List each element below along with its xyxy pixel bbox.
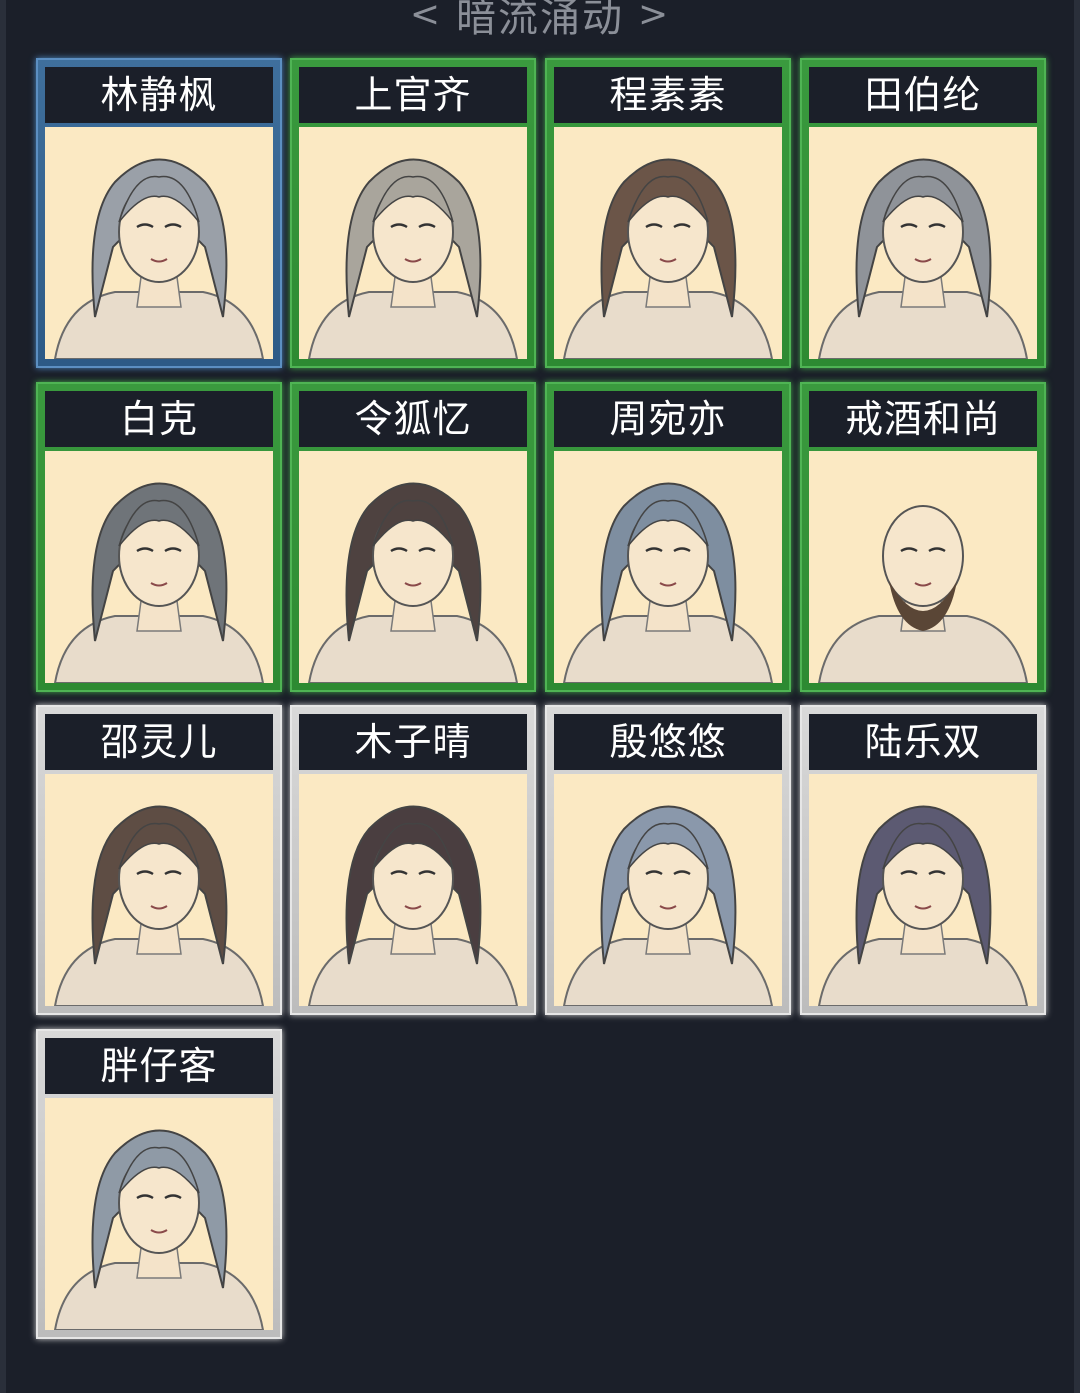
character-portrait — [554, 127, 782, 359]
prev-chapter-button[interactable]: < — [396, 0, 456, 35]
character-name: 殷悠悠 — [554, 714, 782, 770]
portrait-illustration — [817, 505, 1029, 683]
portrait-illustration — [53, 805, 265, 1006]
character-name: 田伯纶 — [809, 67, 1037, 123]
next-chapter-button[interactable]: > — [624, 0, 684, 35]
character-name: 周宛亦 — [554, 391, 782, 447]
character-portrait — [809, 451, 1037, 683]
character-portrait — [299, 451, 527, 683]
character-portrait — [45, 774, 273, 1006]
character-card[interactable]: 白克 — [38, 384, 280, 690]
character-card[interactable]: 程素素 — [547, 60, 789, 366]
character-name: 邵灵儿 — [45, 714, 273, 770]
chapter-header: < 暗流涌动 > — [0, 0, 1080, 42]
character-name: 陆乐双 — [809, 714, 1037, 770]
character-name: 白克 — [45, 391, 273, 447]
character-card[interactable]: 陆乐双 — [802, 707, 1044, 1013]
character-card[interactable]: 田伯纶 — [802, 60, 1044, 366]
character-portrait — [554, 451, 782, 683]
character-name: 程素素 — [554, 67, 782, 123]
character-card[interactable]: 殷悠悠 — [547, 707, 789, 1013]
portrait-illustration — [562, 805, 774, 1006]
character-portrait — [299, 127, 527, 359]
character-card[interactable]: 周宛亦 — [547, 384, 789, 690]
character-card[interactable]: 木子晴 — [292, 707, 534, 1013]
portrait-illustration — [53, 482, 265, 683]
character-name: 木子晴 — [299, 714, 527, 770]
chapter-title: 暗流涌动 — [456, 0, 624, 41]
portrait-illustration — [562, 482, 774, 683]
character-name: 林静枫 — [45, 67, 273, 123]
character-card[interactable]: 上官齐 — [292, 60, 534, 366]
character-portrait — [554, 774, 782, 1006]
character-name: 戒酒和尚 — [809, 391, 1037, 447]
portrait-illustration — [307, 482, 519, 683]
portrait-illustration — [53, 1129, 265, 1330]
portrait-illustration — [307, 158, 519, 359]
character-portrait — [45, 451, 273, 683]
page-edge-left — [0, 0, 6, 1393]
character-card[interactable]: 林静枫 — [38, 60, 280, 366]
portrait-illustration — [562, 158, 774, 359]
portrait-illustration — [817, 805, 1029, 1006]
character-name: 令狐忆 — [299, 391, 527, 447]
character-card[interactable]: 令狐忆 — [292, 384, 534, 690]
character-card[interactable]: 邵灵儿 — [38, 707, 280, 1013]
character-portrait — [45, 1098, 273, 1330]
portrait-illustration — [53, 158, 265, 359]
character-portrait — [809, 774, 1037, 1006]
character-portrait — [299, 774, 527, 1006]
character-name: 上官齐 — [299, 67, 527, 123]
character-portrait — [45, 127, 273, 359]
character-card[interactable]: 胖仔客 — [38, 1031, 280, 1337]
portrait-illustration — [817, 158, 1029, 359]
character-portrait — [809, 127, 1037, 359]
character-card[interactable]: 戒酒和尚 — [802, 384, 1044, 690]
character-name: 胖仔客 — [45, 1038, 273, 1094]
page-edge-right — [1074, 0, 1080, 1393]
portrait-illustration — [307, 805, 519, 1006]
